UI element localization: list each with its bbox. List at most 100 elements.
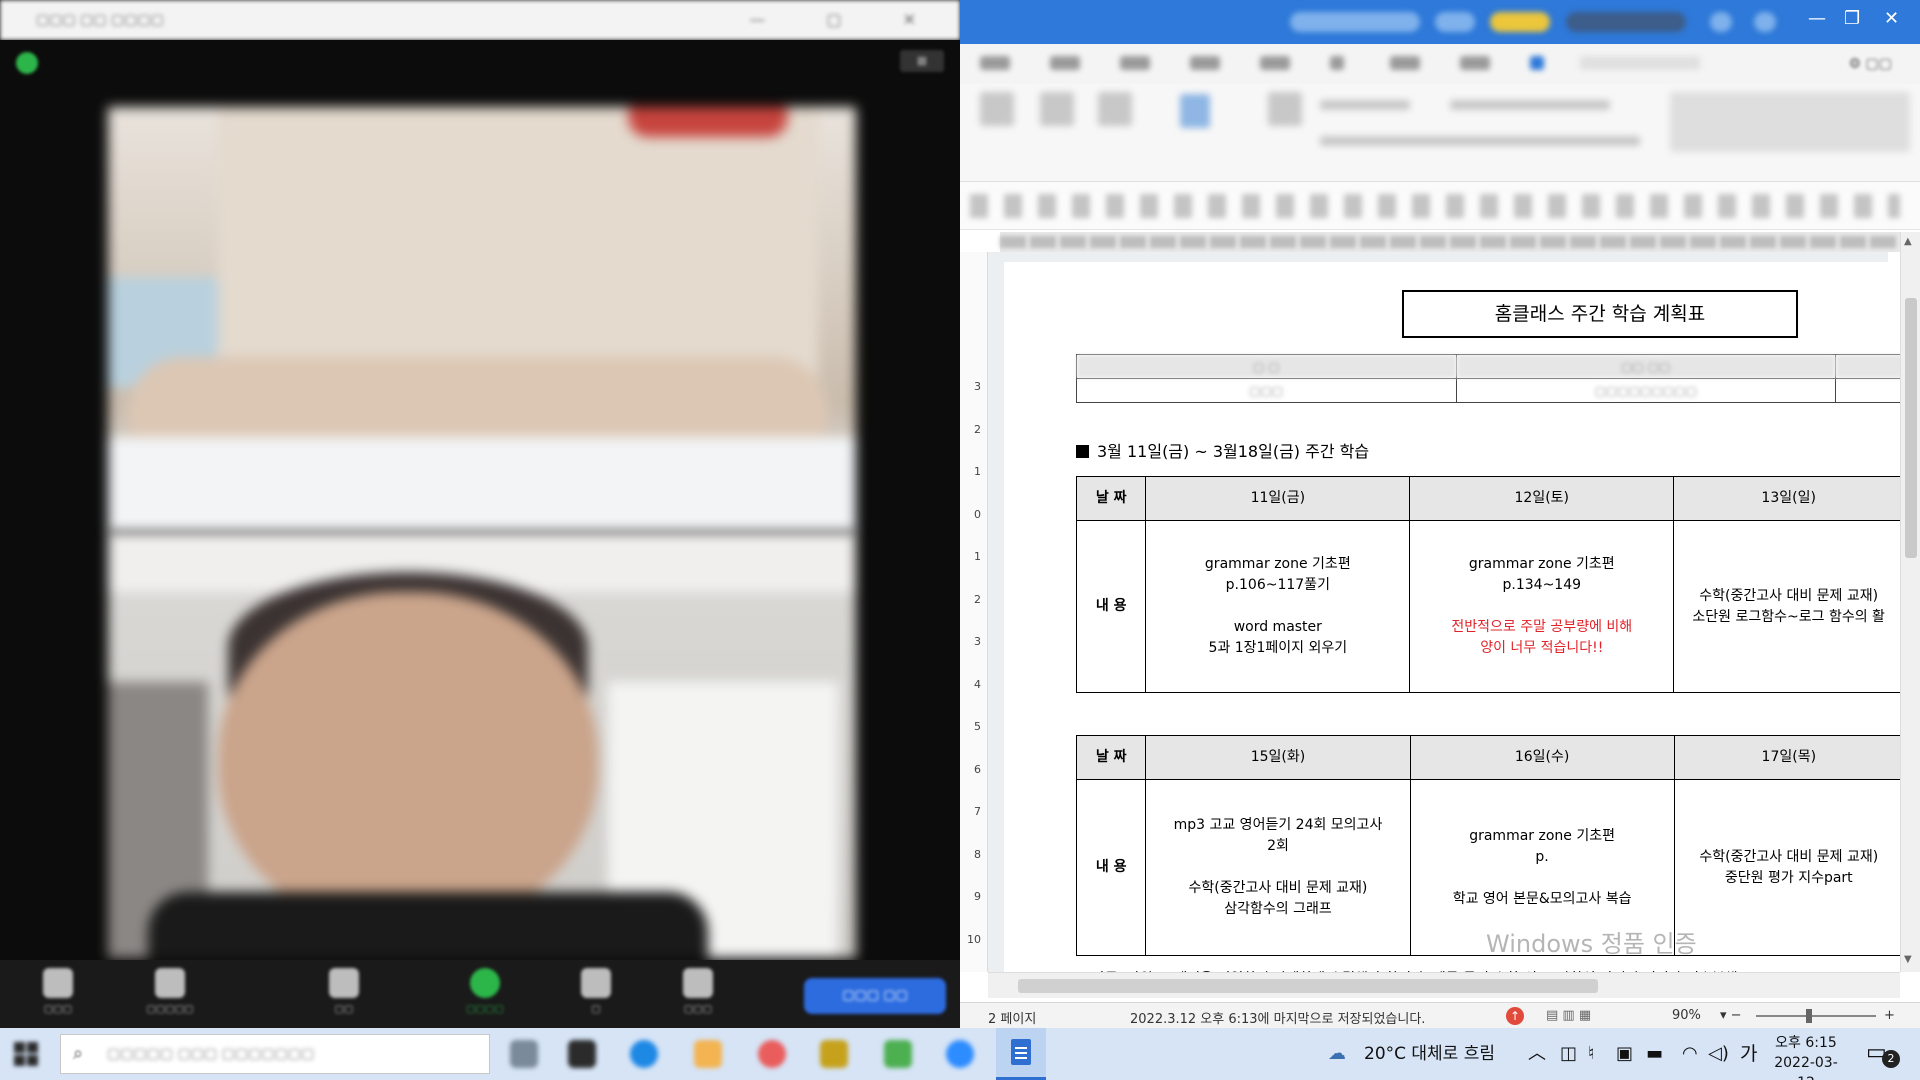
content-line: grammar zone 기초편 [1469, 827, 1615, 844]
close-button[interactable]: ✕ [1884, 8, 1899, 29]
ruler-number: 2 [974, 423, 981, 436]
share-screen-button[interactable]: ▢▢▢▢ [455, 968, 515, 1015]
mute-button[interactable]: ▢▢▢ [28, 968, 88, 1015]
chevron-up-icon[interactable]: ︿ [1528, 1028, 1546, 1080]
zoom-level[interactable]: 90% [1672, 1008, 1701, 1023]
zoom-slider-knob[interactable] [1806, 1009, 1812, 1023]
participants-button[interactable]: ▢▢ [314, 968, 374, 1015]
content-line: 삼각함수의 그래프 [1224, 901, 1332, 917]
zoom-slider[interactable] [1756, 1009, 1876, 1023]
view-toggle-button[interactable]: ▦ [900, 50, 944, 72]
table-row: 날 짜 11일(금) 12일(토) 13일(일) [1075, 476, 1904, 521]
minimize-button[interactable]: — [1808, 8, 1826, 29]
content-line: 5과 1장1페이지 외우기 [1208, 640, 1348, 656]
info-value-name-blurred: ▢▢▢ [1076, 378, 1457, 403]
ruler-number: 1 [974, 550, 981, 563]
windows-start-icon[interactable] [14, 1042, 38, 1066]
ruler-number: 9 [974, 890, 981, 903]
volume-icon[interactable]: ◁) [1708, 1028, 1729, 1080]
desktop: ▢▢▢ ▢▢ ▢▢▢▢ — ▢ ✕ ▦ ▢▢▢ ▢▢▢▢▢ ▢▢ ▢▢▢▢ ▢ … [0, 0, 1920, 1080]
document-area[interactable]: 홈클래스 주간 학습 계획표 ▢ ▢ ▢▢ ▢▢ ▢▢▢ ▢▢▢▢▢▢▢▢▢ 3월 … [988, 252, 1920, 987]
camera-icon[interactable]: ◫ [1560, 1028, 1577, 1080]
ruler-number: 4 [974, 678, 981, 691]
menu-right-label-blurred[interactable]: ⚙ ▢▢ [1849, 56, 1892, 72]
search-icon: ⌕ [73, 1043, 84, 1064]
weather-icon[interactable]: ☁ [1328, 1028, 1346, 1080]
microphone-icon [43, 968, 73, 998]
notification-icon[interactable]: ▭ 2 [1866, 1040, 1900, 1068]
horizontal-ruler [1000, 232, 1900, 252]
save-status: 2022.3.12 오후 6:13에 마지막으로 저장되었습니다. [1130, 1012, 1426, 1027]
date-cell: 17일(목) [1673, 735, 1905, 780]
zoom-in-button[interactable]: + [1884, 1008, 1895, 1023]
zoom-dropdown-icon[interactable]: ▾ − [1720, 1008, 1742, 1023]
network-icon[interactable]: ◠ [1682, 1028, 1698, 1080]
ime-indicator[interactable]: 가 [1740, 1028, 1757, 1080]
chat-icon [581, 968, 611, 998]
hwp-title-bar: — ❐ ✕ [960, 0, 1920, 44]
content-line: p. [1535, 848, 1549, 865]
content-line: 수학(중간고사 대비 문제 교재) [1188, 880, 1368, 896]
content-line: grammar zone 기초편 [1204, 556, 1351, 572]
document-page[interactable]: 홈클래스 주간 학습 계획표 ▢ ▢ ▢▢ ▢▢ ▢▢▢ ▢▢▢▢▢▢▢▢▢ 3월 … [1004, 262, 1920, 987]
scrollbar-thumb[interactable] [1905, 298, 1917, 558]
content-label-cell: 내 용 [1075, 779, 1147, 956]
menu-items-blurred[interactable] [980, 56, 1800, 72]
clock[interactable]: 오후 6:15 2022-03-12 [1766, 1033, 1846, 1080]
content-cell[interactable]: grammar zone 기초편 p.106~117풀기 word master… [1145, 520, 1411, 693]
table-row: 내 용 grammar zone 기초편 p.106~117풀기 word ma… [1075, 520, 1904, 693]
end-meeting-button[interactable]: ▢▢▢ ▢▢ [804, 978, 946, 1014]
ruler-number: 2 [974, 593, 981, 606]
content-cell[interactable]: 수학(중간고사 대비 문제 교재) 소단원 로그함수~로그 함수의 활 [1673, 520, 1904, 693]
clock-time: 오후 6:15 [1775, 1035, 1837, 1051]
update-alert-icon[interactable]: ↑ [1506, 1007, 1524, 1025]
content-cell[interactable]: 수학(중간고사 대비 문제 교재) 중단원 평가 지수part [1673, 779, 1905, 956]
chat-button[interactable]: ▢ [566, 968, 626, 1015]
scrollbar-thumb[interactable] [1018, 979, 1598, 993]
view-mode-icons[interactable]: ▤ ▥ ▦ [1546, 1008, 1591, 1023]
hwp-status-bar: 2 페이지 2022.3.12 오후 6:13에 마지막으로 저장되었습니다. … [960, 1002, 1920, 1028]
weather-text[interactable]: 20°C 대체로 흐림 [1364, 1028, 1495, 1080]
scroll-down-icon[interactable]: ▼ [1904, 954, 1912, 965]
vertical-ruler: 3 2 1 0 1 2 3 4 5 6 7 8 9 10 [960, 252, 988, 972]
zoom-window-title-blurred: ▢▢▢ ▢▢ ▢▢▢▢ [36, 12, 164, 28]
ruler-number: 5 [974, 720, 981, 733]
taskbar-pinned-apps-blurred[interactable] [500, 1028, 980, 1080]
week-heading: 3월 11일(금) ~ 3월18일(금) 주간 학습 [1076, 438, 1369, 462]
zoom-window-controls[interactable]: — ▢ ✕ [749, 10, 944, 29]
meeting-icon[interactable]: ▣ [1616, 1028, 1633, 1080]
ruler-number: 7 [974, 805, 981, 818]
content-line: grammar zone 기초편 [1468, 556, 1615, 572]
windows-activation-watermark: Windows 정품 인증 [1486, 930, 1697, 958]
hwp-app-icon[interactable] [996, 1028, 1046, 1080]
zoom-title-bar: ▢▢▢ ▢▢ ▢▢▢▢ — ▢ ✕ [0, 0, 960, 40]
page-indicator[interactable]: 2 페이지 [988, 1008, 1036, 1027]
taskbar-search-box[interactable]: ⌕ ▢▢▢▢▢ ▢▢▢ ▢▢▢▢▢▢▢ [60, 1034, 490, 1074]
security-shield-icon[interactable] [16, 52, 38, 74]
content-cell[interactable]: mp3 고교 영어듣기 24회 모의고사 2회 수학(중간고사 대비 문제 교재… [1145, 779, 1411, 956]
more-button[interactable]: ▢▢▢ [668, 968, 728, 1015]
video-button[interactable]: ▢▢▢▢▢ [140, 968, 200, 1015]
microphone-icon[interactable]: ♮ [1588, 1028, 1594, 1080]
battery-icon[interactable]: ▬ [1646, 1028, 1663, 1080]
date-label-cell: 날 짜 [1075, 735, 1147, 780]
content-cell[interactable]: grammar zone 기초편 p.134~149 전반적으로 주말 공부량에… [1409, 520, 1675, 693]
restore-button[interactable]: ❐ [1844, 8, 1860, 29]
ruler-number: 0 [974, 508, 981, 521]
content-line: p.106~117풀기 [1225, 577, 1330, 593]
info-header-name-blurred: ▢ ▢ [1076, 354, 1457, 379]
formatting-tools-blurred[interactable] [970, 194, 1900, 218]
scroll-up-icon[interactable]: ▲ [1904, 236, 1912, 247]
ribbon-tools-blurred[interactable] [980, 92, 1910, 176]
title-bar-tools-blurred [1290, 12, 1810, 32]
feedback-line: 양이 너무 적습니다!! [1480, 640, 1604, 656]
windows-taskbar: ⌕ ▢▢▢▢▢ ▢▢▢ ▢▢▢▢▢▢▢ ☁ 20°C 대체로 흐림 ︿ ◫ ♮ … [0, 1028, 1920, 1080]
more-icon [683, 968, 713, 998]
horizontal-scrollbar[interactable] [988, 972, 1900, 998]
hwp-word-processor-window: — ❐ ✕ ⚙ ▢▢ 3 2 1 0 1 2 3 4 5 6 7 8 9 10 … [960, 0, 1920, 1028]
vertical-scrollbar[interactable]: ▲ ▼ [1900, 232, 1920, 972]
zoom-meeting-toolbar: ▢▢▢ ▢▢▢▢▢ ▢▢ ▢▢▢▢ ▢ ▢▢▢ ▢▢▢ ▢▢ [0, 960, 960, 1028]
share-screen-icon [470, 968, 500, 998]
ruler-number: 6 [974, 763, 981, 776]
info-header-school-blurred: ▢▢ ▢▢ [1455, 354, 1837, 379]
